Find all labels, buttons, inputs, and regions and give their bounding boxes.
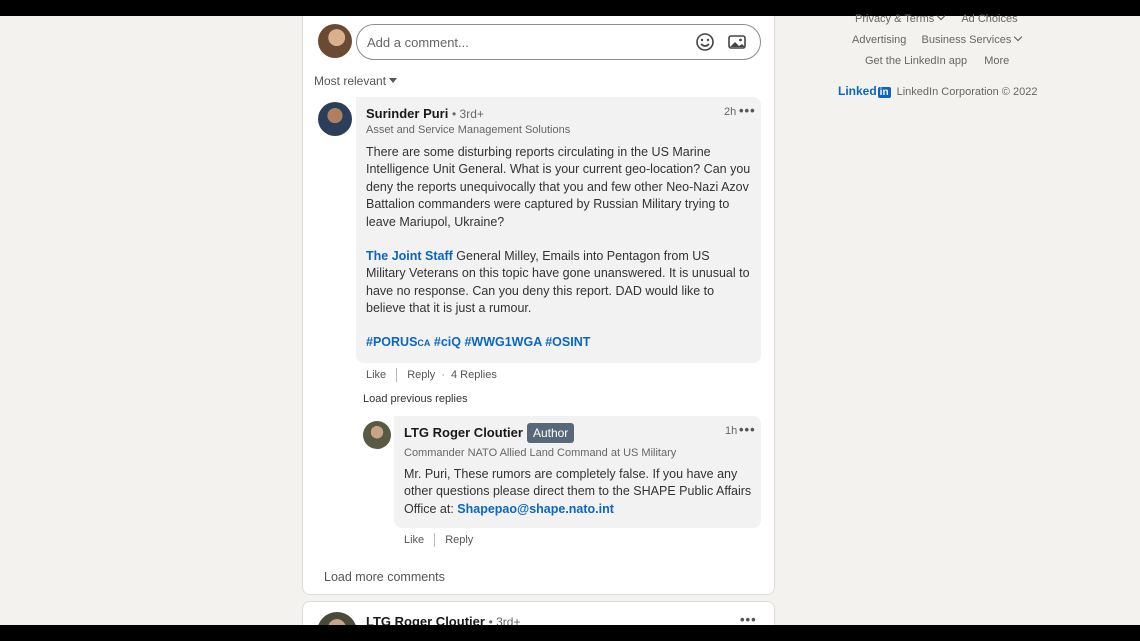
comments-card: Add a comment... Most relevant Surinder … [302,16,775,595]
load-previous-replies-button[interactable]: Load previous replies [363,393,468,405]
business-services-link[interactable]: Business Services [921,32,1023,46]
more-link[interactable]: More [984,55,1009,67]
current-user-avatar[interactable] [318,24,352,58]
get-app-link[interactable]: Get the LinkedIn app [865,55,967,67]
comment-paragraph-1: There are some disturbing reports circul… [366,145,751,229]
advertising-link[interactable]: Advertising [852,34,906,46]
hashtag-porusca[interactable]: #PORUSCA [366,335,430,349]
replies-count-button[interactable]: 4 Replies [451,369,497,381]
caret-down-icon [389,78,398,83]
commenter-name-text: Surinder Puri [366,106,449,121]
more-options-icon[interactable]: ••• [739,103,756,118]
reply-button[interactable]: Reply [407,369,435,381]
footer-row-1: Privacy & Terms Ad Choices [855,11,1018,25]
image-icon[interactable] [724,29,750,55]
comment-actions: Like Reply · 4 Replies [366,368,497,382]
reply-reply-button[interactable]: Reply [445,534,473,546]
author-badge: Author [526,423,575,443]
divider [434,533,436,547]
footer-copyright: Linked in LinkedIn Corporation © 2022 [838,84,1037,98]
reply-like-button[interactable]: Like [404,534,424,546]
divider [396,368,398,382]
comment-input-placeholder: Add a comment... [367,34,469,50]
reply-more-options-icon[interactable]: ••• [739,422,756,437]
reply-actions: Like Reply [404,533,473,547]
mention-link[interactable]: The Joint Staff [366,249,453,263]
hashtag-links[interactable]: #ciQ #WWG1WGA #OSINT [430,335,591,349]
footer-row-3: Get the LinkedIn app More [865,55,1009,67]
commenter-avatar[interactable] [318,102,352,136]
reply-author-avatar[interactable] [363,421,391,449]
emoji-icon[interactable] [692,29,718,55]
commenter-name[interactable]: Surinder Puri • 3rd+ [366,106,484,121]
reply-bubble: LTG Roger Cloutier Author Commander NATO … [394,416,761,528]
chevron-down-icon [937,11,946,21]
footer-row-2: Advertising Business Services [852,32,1023,46]
linkedin-logo: Linked in [838,84,891,98]
comment-time: 2h [724,106,737,118]
like-button[interactable]: Like [366,369,386,381]
reply-text: Mr. Puri, These rumors are completely fa… [404,466,754,518]
bottom-black-bar [0,625,1140,641]
reply-author-name[interactable]: LTG Roger Cloutier Author [404,423,575,443]
email-link[interactable]: Shapepao@shape.nato.int [457,502,614,516]
ad-choices-link[interactable]: Ad Choices [961,13,1017,25]
dot-separator: · [441,369,445,381]
reply-author-name-text: LTG Roger Cloutier [404,425,523,440]
sort-label: Most relevant [314,74,387,88]
reply-time: 1h [725,425,738,437]
load-more-comments-button[interactable]: Load more comments [324,570,445,584]
privacy-terms-link[interactable]: Privacy & Terms [855,11,946,25]
comment-input[interactable]: Add a comment... [356,24,761,60]
comment-bubble: Surinder Puri • 3rd+ Asset and Service M… [356,97,761,363]
hashtags: #PORUSCA #ciQ #WWG1WGA #OSINT [366,335,590,349]
reply-author-headline: Commander NATO Allied Land Command at US… [404,447,677,459]
connection-degree: • 3rd+ [451,107,484,121]
sort-dropdown[interactable]: Most relevant [314,74,398,88]
chevron-down-icon [1014,32,1023,42]
comment-text: There are some disturbing reports circul… [366,144,751,231]
comment-paragraph-2-container: The Joint Staff General Milley, Emails i… [366,248,751,318]
copyright-text: LinkedIn Corporation © 2022 [896,86,1038,98]
commenter-headline: Asset and Service Management Solutions [366,124,571,136]
